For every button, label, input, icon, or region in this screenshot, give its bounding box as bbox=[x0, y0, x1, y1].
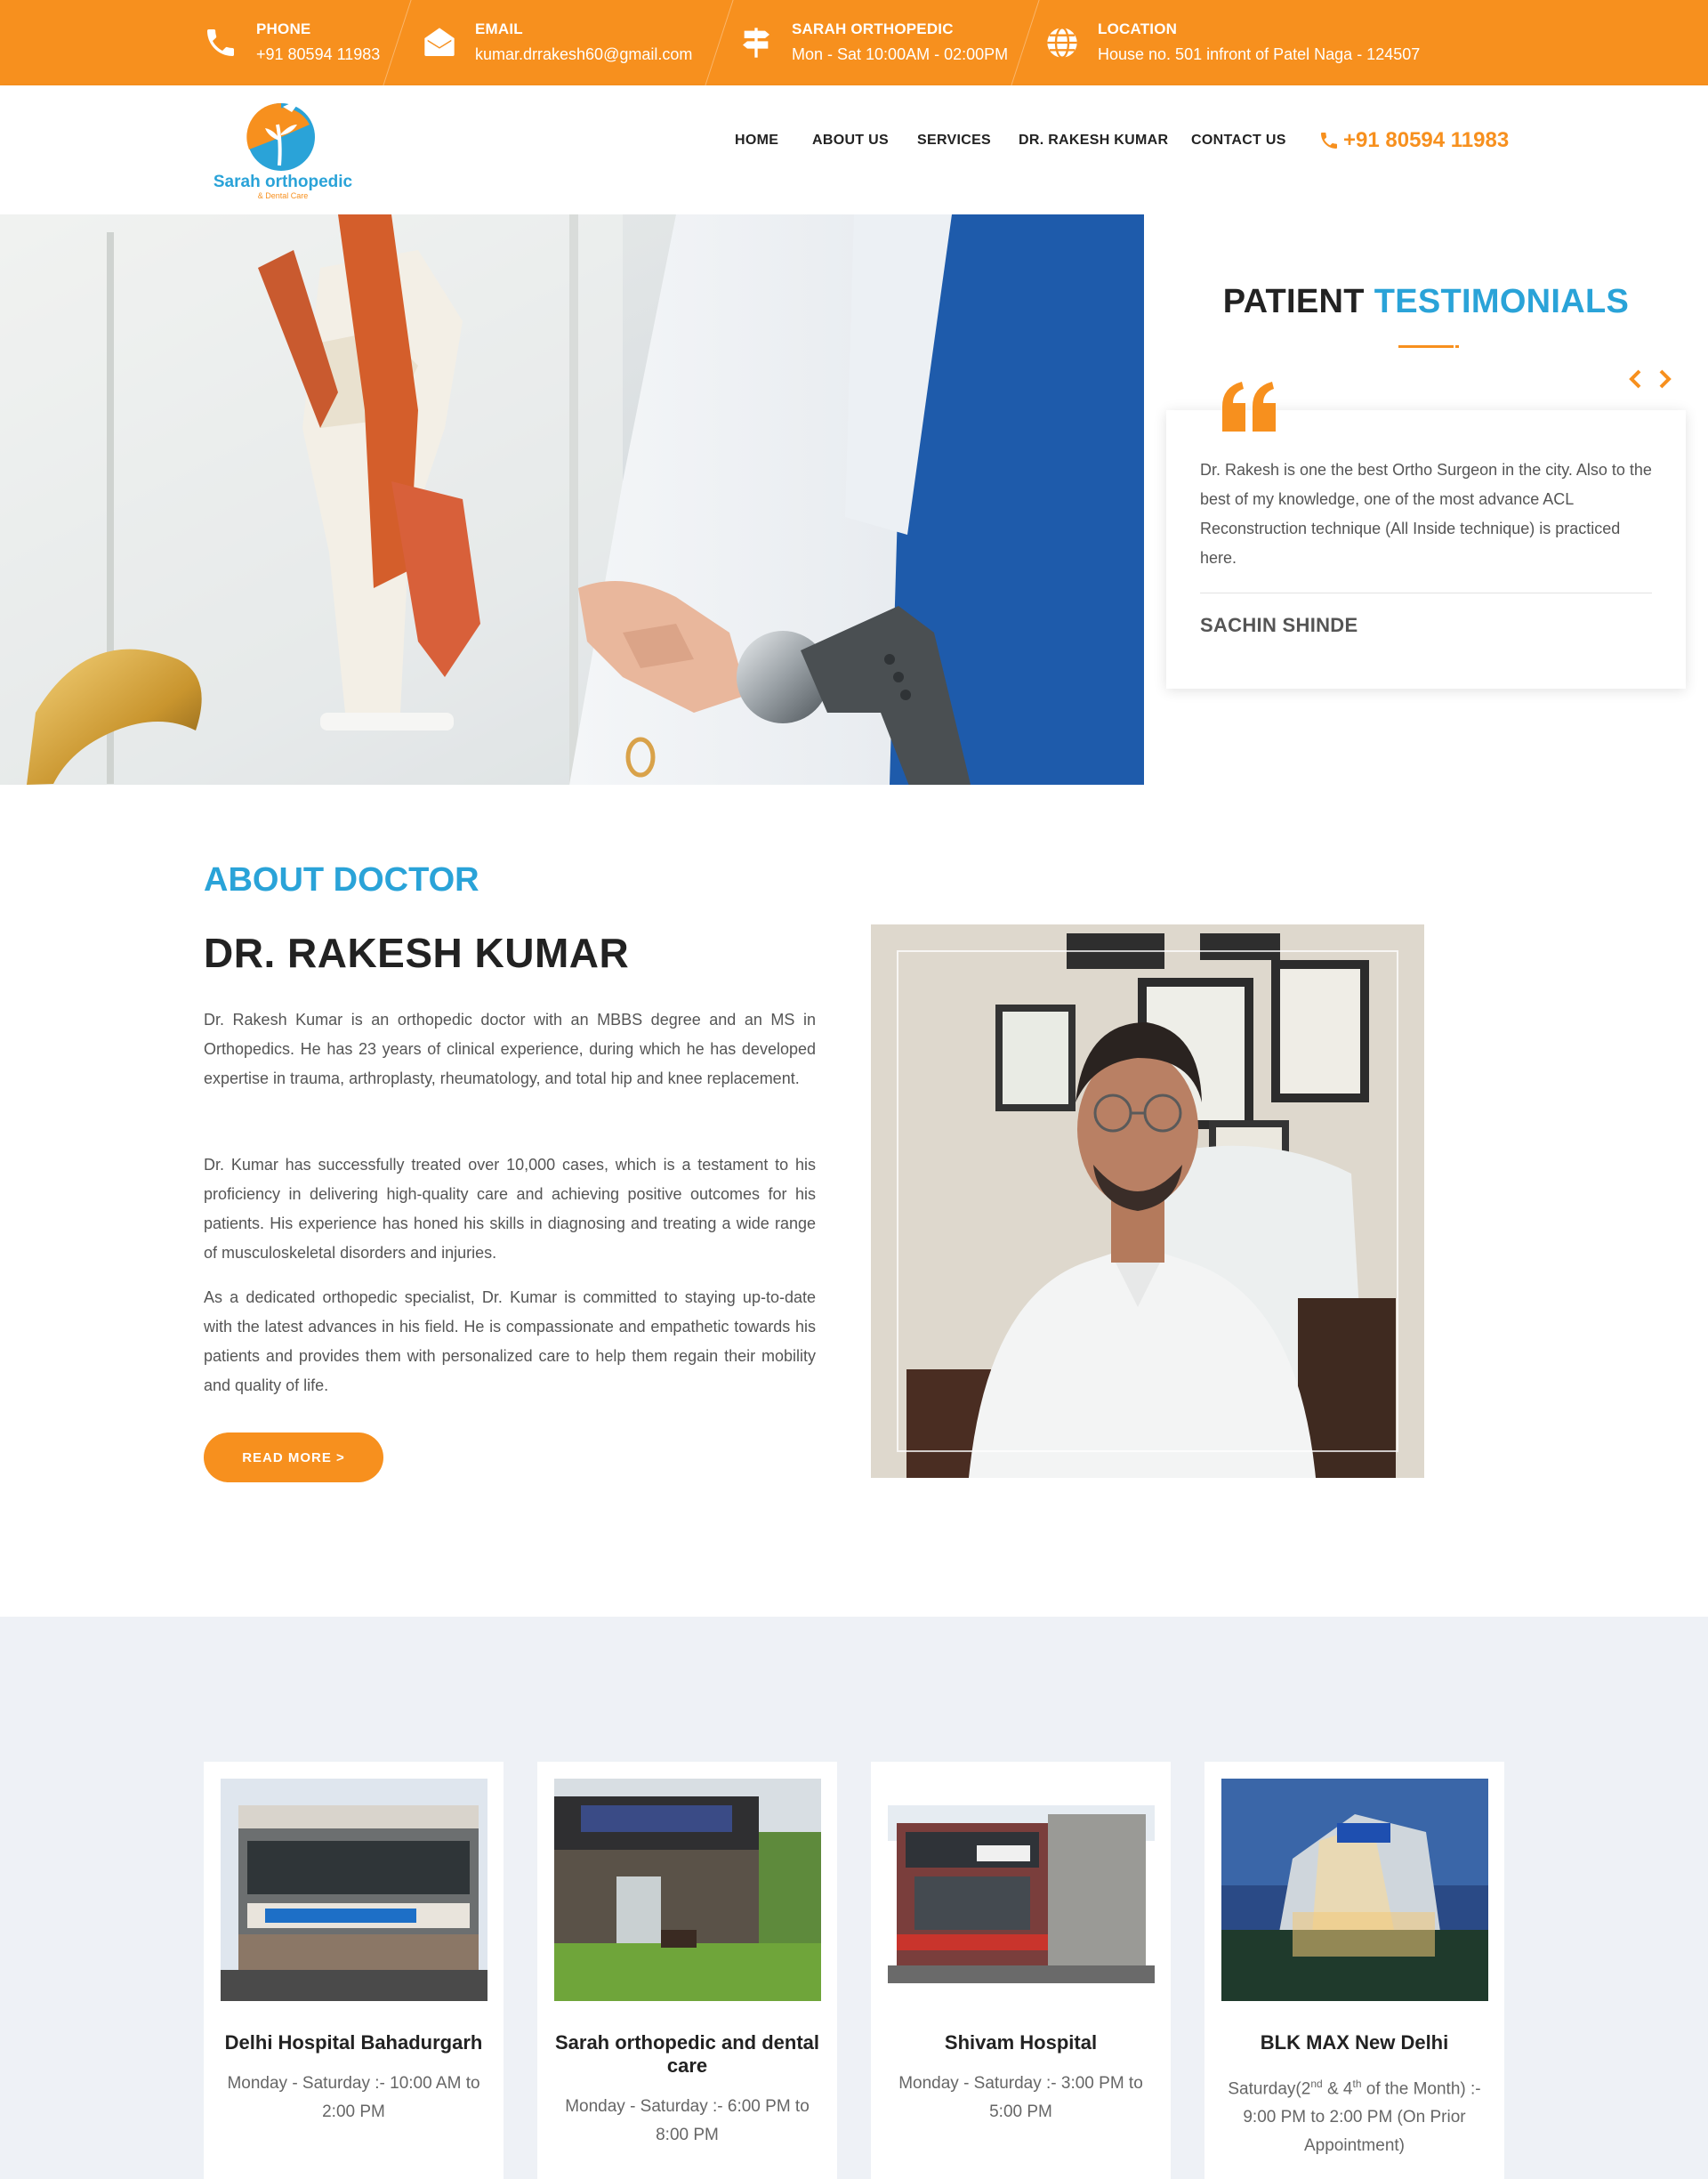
hospital-image bbox=[554, 1779, 821, 2001]
nav-contact-label[interactable]: CONTACT US bbox=[1191, 133, 1286, 149]
hospital-name: BLK MAX New Delhi bbox=[1260, 2031, 1449, 2054]
about-paragraph-1: Dr. Rakesh Kumar is an orthopedic doctor… bbox=[204, 1011, 816, 1087]
topbar-clinic-label: SARAH ORTHOPEDIC bbox=[792, 20, 954, 37]
testimonial-text: Dr. Rakesh is one the best Ortho Surgeon… bbox=[1200, 461, 1652, 567]
hospital-timing: Monday - Saturday :- 3:00 PM to 5:00 PM bbox=[898, 2074, 1143, 2121]
hospital-image bbox=[221, 1779, 487, 2001]
doctor-photo bbox=[871, 924, 1424, 1478]
hospital-name: Shivam Hospital bbox=[944, 2031, 1098, 2054]
about-paragraph-3: As a dedicated orthopedic specialist, Dr… bbox=[204, 1288, 816, 1394]
divider bbox=[383, 0, 412, 85]
hospital-card[interactable]: BLK MAX New Delhi Saturday(2nd & 4th of … bbox=[1204, 1762, 1504, 2179]
nav-services[interactable]: SERVICES bbox=[917, 130, 991, 151]
hero-image bbox=[0, 214, 1144, 785]
nav-services-label[interactable]: SERVICES bbox=[917, 133, 991, 149]
nav-home[interactable]: HOME bbox=[735, 130, 778, 151]
topbar-phone-label: PHONE bbox=[256, 20, 311, 37]
nav-phone-number[interactable]: +91 80594 11983 bbox=[1343, 128, 1509, 153]
nav-about-label[interactable]: ABOUT US bbox=[812, 133, 889, 149]
hospital-timing: Monday - Saturday :- 10:00 AM to 2:00 PM bbox=[227, 2074, 480, 2121]
topbar-location-label: LOCATION bbox=[1098, 20, 1178, 37]
topbar-email-value[interactable]: kumar.drrakesh60@gmail.com bbox=[475, 41, 692, 68]
topbar-phone[interactable]: PHONE +91 80594 11983 bbox=[201, 0, 380, 85]
topbar-location-value: House no. 501 infront of Patel Naga - 12… bbox=[1098, 45, 1421, 63]
hospital-image bbox=[888, 1779, 1155, 2001]
nav-phone-link[interactable]: +91 80594 11983 bbox=[1318, 125, 1509, 157]
hospital-card[interactable]: Delhi Hospital Bahadurgarh Monday - Satu… bbox=[204, 1762, 504, 2179]
chevron-left-icon[interactable] bbox=[1624, 367, 1646, 391]
divider bbox=[705, 0, 734, 85]
nav-about[interactable]: ABOUT US bbox=[812, 130, 889, 151]
read-more-button[interactable]: READ MORE > bbox=[204, 1432, 383, 1482]
divider bbox=[1011, 0, 1040, 85]
logo-name: Sarah orthopedic bbox=[213, 173, 353, 191]
timing-part: & 4 bbox=[1322, 2079, 1353, 2099]
testimonials-title-b: TESTIMONIALS bbox=[1374, 283, 1630, 320]
doctor-name-heading: DR. RAKESH KUMAR bbox=[204, 930, 630, 976]
phone-icon bbox=[201, 23, 240, 62]
phone-icon bbox=[1321, 133, 1337, 149]
topbar-phone-value[interactable]: +91 80594 11983 bbox=[256, 41, 380, 68]
topbar-email[interactable]: EMAIL kumar.drrakesh60@gmail.com bbox=[420, 0, 692, 85]
nav-home-label[interactable]: HOME bbox=[735, 133, 778, 149]
about-paragraph-2: Dr. Kumar has successfully treated over … bbox=[204, 1156, 816, 1262]
nav-contact[interactable]: CONTACT US bbox=[1191, 130, 1286, 151]
testimonial-arrows bbox=[1624, 367, 1676, 391]
title-underline bbox=[1398, 345, 1459, 348]
chevron-right-icon[interactable] bbox=[1655, 367, 1676, 391]
hospital-timing: Monday - Saturday :- 6:00 PM to 8:00 PM bbox=[565, 2097, 810, 2144]
hospital-name: Delhi Hospital Bahadurgarh bbox=[224, 2031, 483, 2054]
hospital-card[interactable]: Shivam Hospital Monday - Saturday :- 3:0… bbox=[871, 1762, 1171, 2179]
topbar-location: LOCATION House no. 501 infront of Patel … bbox=[1043, 0, 1420, 85]
globe-icon bbox=[1043, 23, 1082, 62]
nav-doctor-label[interactable]: DR. RAKESH KUMAR bbox=[1019, 133, 1168, 149]
hospital-name: Sarah orthopedic and dental care bbox=[554, 2031, 820, 2077]
testimonials-title-a: PATIENT bbox=[1222, 283, 1365, 320]
hospital-timing: Saturday(2nd & 4th of the Month) :- 9:00… bbox=[1222, 2070, 1486, 2160]
nav-doctor[interactable]: DR. RAKESH KUMAR bbox=[1019, 130, 1168, 151]
timing-part: Saturday(2 bbox=[1228, 2079, 1311, 2099]
envelope-icon bbox=[420, 23, 459, 62]
superscript: th bbox=[1352, 2078, 1362, 2090]
testimonial-author: SACHIN SHINDE bbox=[1200, 614, 1358, 636]
signpost-icon bbox=[737, 23, 776, 62]
about-kicker: ABOUT DOCTOR bbox=[204, 861, 479, 899]
top-info-bar: PHONE +91 80594 11983 EMAIL kumar.drrake… bbox=[0, 0, 1708, 85]
topbar-clinic: SARAH ORTHOPEDIC Mon - Sat 10:00AM - 02:… bbox=[737, 0, 1008, 85]
topbar-clinic-hours: Mon - Sat 10:00AM - 02:00PM bbox=[792, 45, 1009, 63]
hospital-card[interactable]: Sarah orthopedic and dental care Monday … bbox=[537, 1762, 837, 2179]
testimonials-title: PATIENT TESTIMONIALS bbox=[1144, 283, 1708, 321]
quote-icon bbox=[1219, 378, 1281, 432]
superscript: nd bbox=[1310, 2078, 1323, 2090]
hospital-image bbox=[1221, 1779, 1488, 2001]
logo-subtitle: & Dental Care bbox=[257, 191, 309, 200]
topbar-email-label: EMAIL bbox=[475, 20, 523, 37]
